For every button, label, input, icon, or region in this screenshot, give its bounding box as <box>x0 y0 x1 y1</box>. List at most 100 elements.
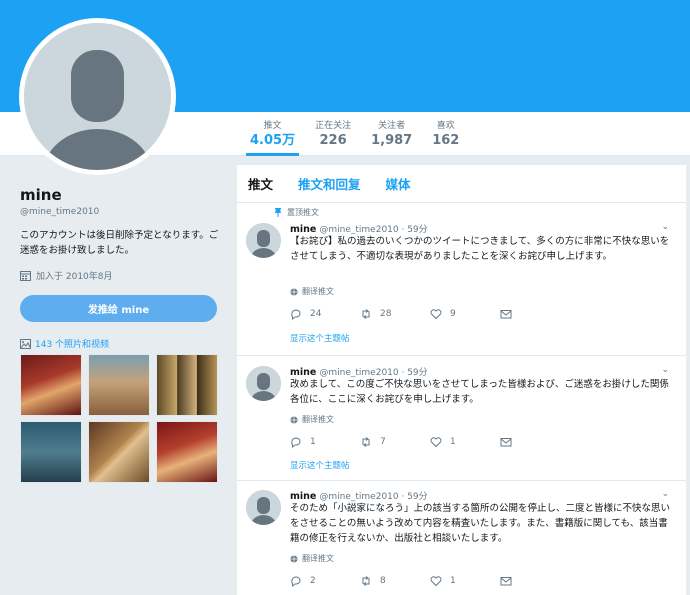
tweet-actions: 2 8 1 <box>290 575 570 587</box>
calendar-icon <box>20 271 31 281</box>
translate-link[interactable]: 翻译推文 <box>290 414 334 425</box>
reply-button[interactable]: 1 <box>290 436 360 448</box>
dm-button[interactable]: 发推给 mine <box>20 295 217 322</box>
profile-bio: このアカウントは後日削除予定となります。ご迷惑をお掛け致しました。 <box>20 230 219 256</box>
translate-link[interactable]: 翻译推文 <box>290 286 334 297</box>
profile-handle[interactable]: @mine_time2010 <box>20 207 99 217</box>
retweet-icon <box>362 309 370 319</box>
retweet-icon <box>362 437 370 447</box>
stat-label: 喜欢 <box>436 121 455 131</box>
default-avatar-icon <box>24 23 171 170</box>
retweet-count: 8 <box>380 576 386 586</box>
media-grid <box>20 354 220 483</box>
reply-count: 24 <box>310 309 322 319</box>
tweet-text: 【お詫び】私の過去のいくつかのツイートにつきまして、多くの方に非常に不快な思いを… <box>290 236 670 262</box>
image-icon <box>20 338 31 349</box>
tab-tweets[interactable]: 推文 <box>248 174 273 193</box>
timeline-tabs: 推文 推文和回复 媒体 <box>237 165 686 203</box>
profile-avatar[interactable] <box>19 18 176 175</box>
media-thumbnail[interactable] <box>156 421 218 483</box>
show-thread-link[interactable]: 显示这个主题帖 <box>290 332 350 344</box>
reply-count: 1 <box>310 437 316 447</box>
globe-icon <box>290 416 298 423</box>
reply-count: 2 <box>310 576 316 586</box>
tweet-avatar[interactable] <box>246 366 281 401</box>
retweet-button[interactable]: 28 <box>360 308 430 320</box>
media-link-label: 143 个照片和视频 <box>35 340 110 350</box>
retweet-count: 7 <box>380 437 386 447</box>
tweet[interactable]: mine @mine_time2010 · 59分 ⌄ 改めまして、この度ご不快な… <box>237 356 686 481</box>
stat-value: 4.05万 <box>250 133 296 148</box>
media-thumbnail[interactable] <box>156 354 218 416</box>
translate-label: 翻译推文 <box>302 554 334 563</box>
timeline: 推文 推文和回复 媒体 置顶推文 mine @mine_time2010 · 59… <box>237 165 686 595</box>
profile-joined: 加入于 2010年8月 <box>20 269 113 282</box>
stat-following[interactable]: 正在关注 226 <box>305 118 361 156</box>
stat-tweets[interactable]: 推文 4.05万 <box>240 118 305 156</box>
like-button[interactable]: 1 <box>430 436 500 448</box>
profile-stats: 推文 4.05万 正在关注 226 关注者 1,987 喜欢 162 <box>240 118 469 156</box>
translate-label: 翻译推文 <box>302 415 334 424</box>
retweet-button[interactable]: 7 <box>360 436 430 448</box>
default-avatar-icon <box>246 490 281 525</box>
show-thread-link[interactable]: 显示这个主题帖 <box>290 459 350 471</box>
media-thumbnail[interactable] <box>88 354 150 416</box>
globe-icon <box>290 555 298 562</box>
reply-icon <box>291 309 301 320</box>
tweet-actions: 1 7 1 <box>290 436 570 448</box>
tab-tweets-and-replies[interactable]: 推文和回复 <box>298 174 361 193</box>
reply-button[interactable]: 24 <box>290 308 360 320</box>
like-button[interactable]: 9 <box>430 308 500 320</box>
dm-tweet-button[interactable] <box>500 308 570 320</box>
dm-tweet-button[interactable] <box>500 436 570 448</box>
tweet[interactable]: 置顶推文 mine @mine_time2010 · 59分 ⌄ 【お詫び】私の過… <box>237 203 686 356</box>
tweet-avatar[interactable] <box>246 223 281 258</box>
stat-label: 正在关注 <box>315 121 352 131</box>
stat-likes[interactable]: 喜欢 162 <box>422 118 469 156</box>
chevron-down-icon[interactable]: ⌄ <box>661 489 669 499</box>
pinned-label: 置顶推文 <box>274 207 319 218</box>
like-count: 1 <box>450 437 456 447</box>
retweet-count: 28 <box>380 309 392 319</box>
retweet-button[interactable]: 8 <box>360 575 430 587</box>
stat-label: 关注者 <box>378 121 406 131</box>
reply-icon <box>291 576 301 587</box>
tweet-text: そのため「小説家になろう」上の該当する箇所の公開を停止し、二度と皆様に不快な思い… <box>290 503 671 544</box>
chevron-down-icon[interactable]: ⌄ <box>661 222 669 232</box>
pin-icon <box>275 208 281 217</box>
dm-icon <box>500 438 512 447</box>
retweet-icon <box>362 576 370 586</box>
chevron-down-icon[interactable]: ⌄ <box>661 365 669 375</box>
stat-label: 推文 <box>263 121 282 131</box>
tweet[interactable]: mine @mine_time2010 · 59分 ⌄ そのため「小説家になろう」… <box>237 481 686 595</box>
stat-value: 1,987 <box>371 133 413 148</box>
globe-icon <box>290 288 298 295</box>
profile-sidebar: mine @mine_time2010 このアカウントは後日削除予定となります。… <box>0 156 237 595</box>
like-icon <box>430 437 442 448</box>
dm-tweet-button[interactable] <box>500 575 570 587</box>
like-button[interactable]: 1 <box>430 575 500 587</box>
joined-text: 加入于 2010年8月 <box>36 272 113 282</box>
like-count: 1 <box>450 576 456 586</box>
stat-value: 162 <box>432 133 460 148</box>
tweet-text: 改めまして、この度ご不快な思いをさせてしまった皆様および、ご迷惑をお掛けした関係… <box>290 379 669 405</box>
media-thumbnail[interactable] <box>20 354 82 416</box>
tweet-actions: 24 28 9 <box>290 308 570 320</box>
stat-followers[interactable]: 关注者 1,987 <box>361 118 422 156</box>
media-link[interactable]: 143 个照片和视频 <box>20 337 109 350</box>
default-avatar-icon <box>246 366 281 401</box>
tweet-avatar[interactable] <box>246 490 281 525</box>
like-icon <box>430 576 442 587</box>
tab-media[interactable]: 媒体 <box>386 174 411 193</box>
reply-icon <box>291 437 301 448</box>
dm-icon <box>500 310 512 319</box>
pinned-text: 置顶推文 <box>287 208 319 217</box>
media-thumbnail[interactable] <box>88 421 150 483</box>
default-avatar-icon <box>246 223 281 258</box>
profile-name[interactable]: mine <box>20 186 62 204</box>
translate-link[interactable]: 翻译推文 <box>290 553 334 564</box>
stat-value: 226 <box>319 133 347 148</box>
reply-button[interactable]: 2 <box>290 575 360 587</box>
media-thumbnail[interactable] <box>20 421 82 483</box>
translate-label: 翻译推文 <box>302 287 334 296</box>
